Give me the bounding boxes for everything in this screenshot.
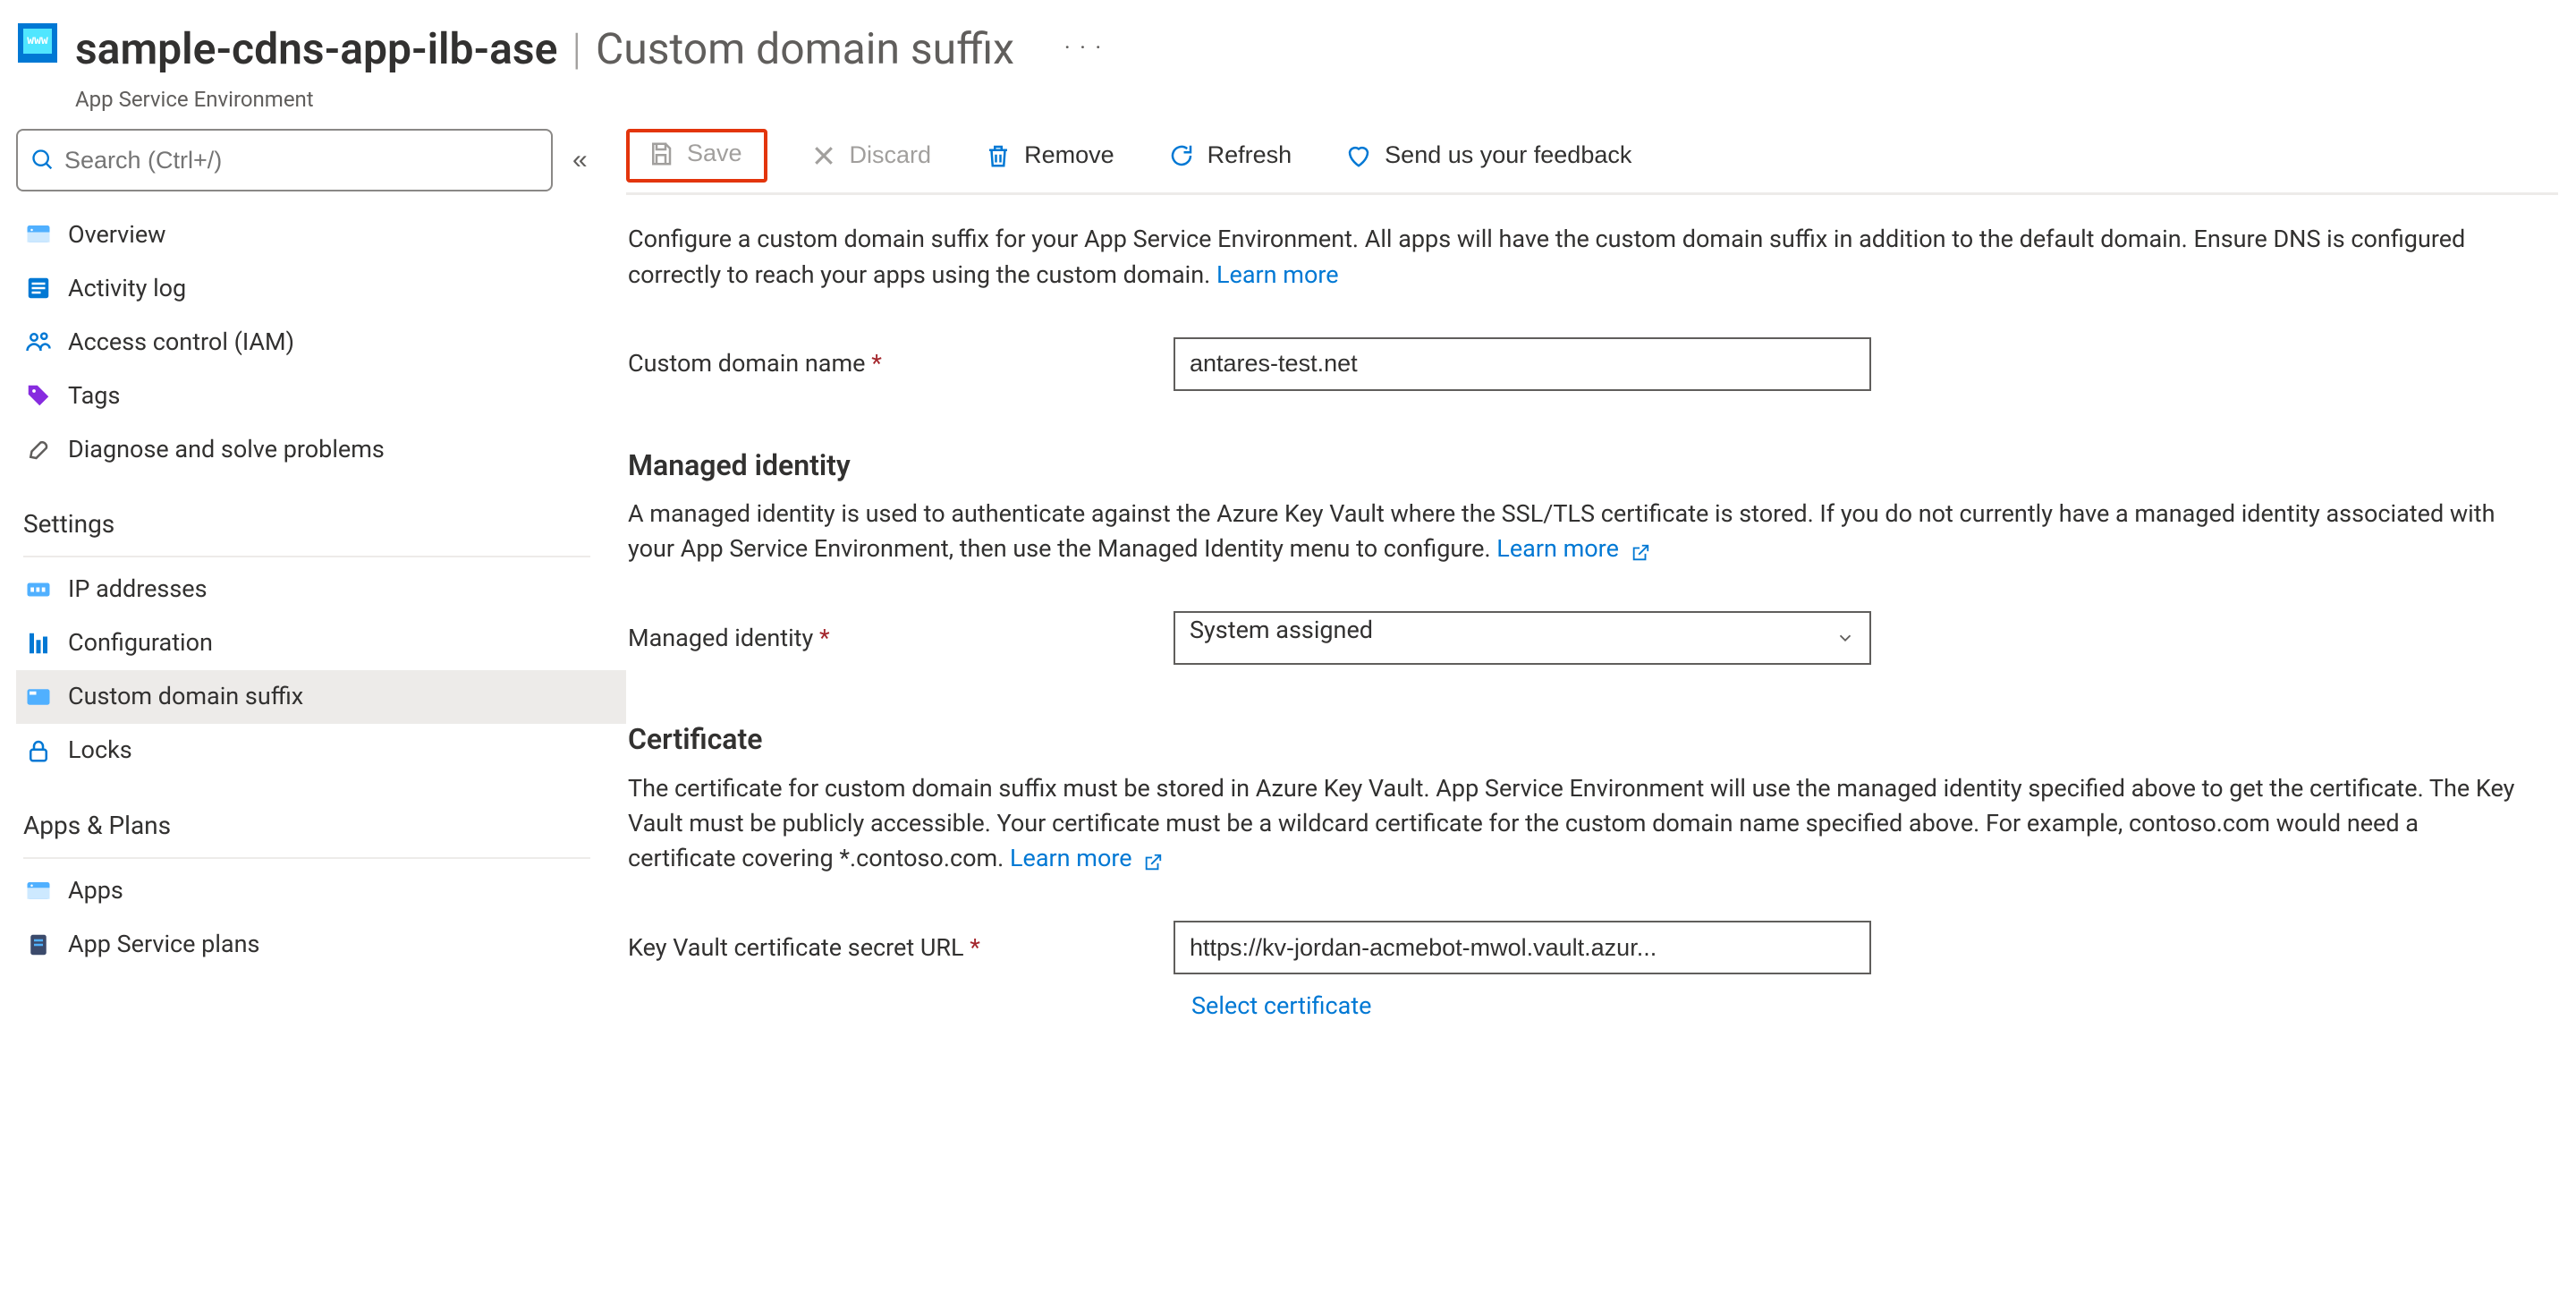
external-link-icon xyxy=(1143,853,1163,872)
save-button[interactable]: Save xyxy=(637,134,753,173)
heart-icon xyxy=(1345,142,1372,169)
iam-icon xyxy=(25,328,52,355)
nav-apps[interactable]: Apps xyxy=(16,864,626,918)
plans-icon xyxy=(25,931,52,958)
keyvault-url-input[interactable] xyxy=(1174,921,1871,974)
nav-tags[interactable]: Tags xyxy=(16,369,626,422)
nav-overview[interactable]: Overview xyxy=(16,208,626,261)
apps-icon xyxy=(25,878,52,905)
nav-label: Access control (IAM) xyxy=(68,325,294,360)
nav-label: Configuration xyxy=(68,625,213,660)
certificate-heading: Certificate xyxy=(628,718,2522,760)
resource-name: sample-cdns-app-ilb-ase xyxy=(75,18,557,81)
wrench-icon xyxy=(25,436,52,463)
nav-label: Custom domain suffix xyxy=(68,679,303,714)
close-icon xyxy=(810,142,837,169)
overview-icon xyxy=(25,221,52,248)
keyvault-url-label: Key Vault certificate secret URL * xyxy=(628,931,1147,965)
discard-button[interactable]: Discard xyxy=(800,136,943,174)
search-icon xyxy=(30,148,55,173)
select-certificate-link[interactable]: Select certificate xyxy=(1191,991,1372,1020)
intro-text: Configure a custom domain suffix for you… xyxy=(628,222,2522,292)
custom-domain-input[interactable] xyxy=(1174,337,1871,391)
nav-label: Locks xyxy=(68,733,132,768)
nav-label: Apps xyxy=(68,873,123,908)
managed-identity-value: System assigned xyxy=(1174,611,1871,665)
main-panel: Save Discard Remove Refresh Send us your… xyxy=(626,123,2576,1024)
discard-label: Discard xyxy=(850,141,932,169)
more-menu-icon[interactable]: · · · xyxy=(1064,32,1103,66)
page-header: www sample-cdns-app-ilb-ase | Custom dom… xyxy=(0,0,2576,123)
nav-label: Diagnose and solve problems xyxy=(68,432,385,467)
resource-type-icon: www xyxy=(18,23,57,63)
nav-diagnose[interactable]: Diagnose and solve problems xyxy=(16,422,626,476)
left-nav: « Overview Activity log Access control (… xyxy=(0,123,626,1024)
cert-learn-more-link[interactable]: Learn more xyxy=(1010,844,1163,872)
feedback-button[interactable]: Send us your feedback xyxy=(1335,136,1642,174)
nav-group-apps: Apps & Plans xyxy=(16,778,626,857)
nav-access-control[interactable]: Access control (IAM) xyxy=(16,315,626,369)
managed-identity-desc: A managed identity is used to authentica… xyxy=(628,497,2522,566)
managed-identity-label: Managed identity * xyxy=(628,621,1147,656)
nav-custom-domain-suffix[interactable]: Custom domain suffix xyxy=(16,670,626,724)
managed-identity-row: Managed identity * System assigned xyxy=(628,611,2522,665)
certificate-desc: The certificate for custom domain suffix… xyxy=(628,771,2522,876)
managed-identity-select[interactable]: System assigned xyxy=(1174,611,1871,665)
activity-log-icon xyxy=(25,275,52,302)
title-separator: | xyxy=(572,18,581,81)
nav-ip-addresses[interactable]: IP addresses xyxy=(16,563,626,616)
tag-icon xyxy=(25,382,52,409)
custom-domain-row: Custom domain name * xyxy=(628,337,2522,391)
nav-label: IP addresses xyxy=(68,572,208,607)
refresh-label: Refresh xyxy=(1208,141,1292,169)
divider xyxy=(23,556,590,557)
nav-label: Tags xyxy=(68,378,120,413)
managed-identity-heading: Managed identity xyxy=(628,445,2522,486)
remove-button[interactable]: Remove xyxy=(974,136,1125,174)
external-link-icon xyxy=(1631,543,1650,563)
page-section-title: Custom domain suffix xyxy=(596,18,1014,81)
nav-search-field[interactable] xyxy=(64,147,538,174)
nav-locks[interactable]: Locks xyxy=(16,724,626,778)
custom-domain-label: Custom domain name * xyxy=(628,346,1147,381)
nav-label: App Service plans xyxy=(68,927,259,962)
ip-icon xyxy=(25,576,52,603)
learn-more-link[interactable]: Learn more xyxy=(1216,260,1339,289)
nav-configuration[interactable]: Configuration xyxy=(16,616,626,670)
collapse-nav-button[interactable]: « xyxy=(572,145,588,175)
content-area: Configure a custom domain suffix for you… xyxy=(626,195,2558,1024)
save-highlight: Save xyxy=(626,129,767,183)
nav-label: Activity log xyxy=(68,271,186,306)
save-label: Save xyxy=(687,140,742,167)
mi-learn-more-link[interactable]: Learn more xyxy=(1496,534,1649,563)
nav-search-input[interactable] xyxy=(16,129,553,191)
trash-icon xyxy=(985,142,1012,169)
refresh-button[interactable]: Refresh xyxy=(1157,136,1303,174)
config-icon xyxy=(25,630,52,657)
remove-label: Remove xyxy=(1024,141,1114,169)
resource-type-label: App Service Environment xyxy=(75,84,1103,115)
lock-icon xyxy=(25,737,52,764)
keyvault-url-row: Key Vault certificate secret URL * xyxy=(628,921,2522,974)
refresh-icon xyxy=(1168,142,1195,169)
custom-domain-icon xyxy=(25,684,52,710)
save-icon xyxy=(648,140,674,167)
toolbar: Save Discard Remove Refresh Send us your… xyxy=(626,123,2558,195)
feedback-label: Send us your feedback xyxy=(1385,141,1631,169)
divider xyxy=(23,857,590,859)
nav-app-service-plans[interactable]: App Service plans xyxy=(16,918,626,972)
nav-group-settings: Settings xyxy=(16,476,626,556)
nav-label: Overview xyxy=(68,217,165,252)
nav-activity-log[interactable]: Activity log xyxy=(16,261,626,315)
